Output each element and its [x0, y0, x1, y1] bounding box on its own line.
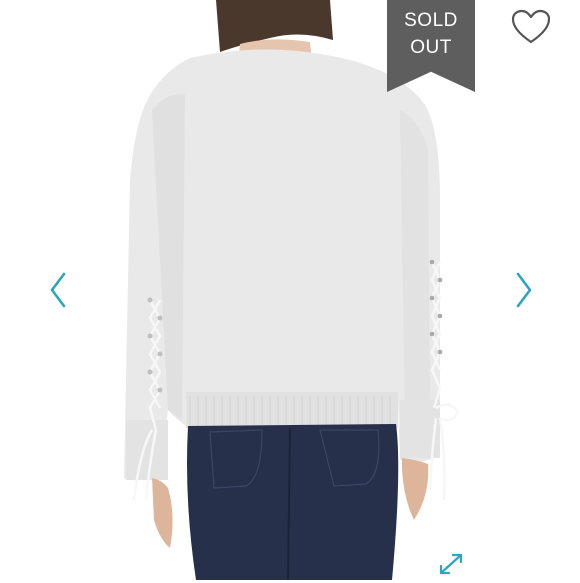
- chevron-left-icon: [50, 272, 66, 308]
- chevron-right-icon: [516, 272, 532, 308]
- expand-image-button[interactable]: [436, 550, 466, 578]
- jeans: [187, 424, 399, 580]
- sold-out-line2: OUT: [410, 37, 452, 58]
- sold-out-line1: SOLD: [404, 10, 458, 31]
- expand-icon: [439, 553, 463, 575]
- product-photo: [0, 0, 580, 580]
- next-image-button[interactable]: [510, 266, 538, 314]
- previous-image-button[interactable]: [44, 266, 72, 314]
- like-button[interactable]: [510, 8, 552, 46]
- heart-icon: [511, 9, 551, 44]
